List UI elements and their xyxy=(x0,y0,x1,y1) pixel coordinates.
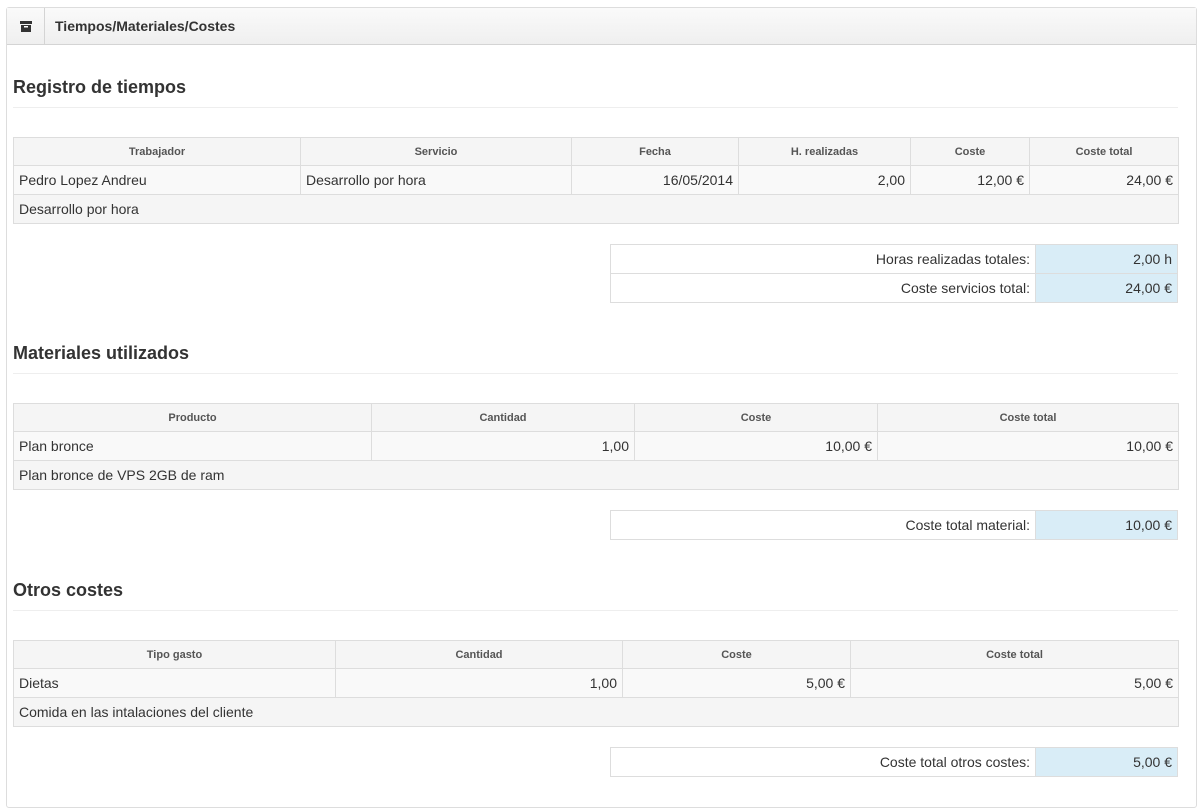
cost-cell: 12,00 € xyxy=(910,165,1030,195)
total-cost-cell: 10,00 € xyxy=(877,431,1179,461)
material-total-label: Coste total material: xyxy=(610,510,1036,540)
description-cell: Plan bronce de VPS 2GB de ram xyxy=(13,460,1179,490)
materials-summary-table: Coste total material: 10,00 € xyxy=(610,510,1178,540)
column-header[interactable]: Coste total xyxy=(877,403,1179,432)
total-cost-cell: 5,00 € xyxy=(850,668,1179,698)
total-hours-label: Horas realizadas totales: xyxy=(610,244,1036,274)
time-summary-table: Horas realizadas totales: 2,00 h Coste s… xyxy=(610,244,1178,303)
cost-cell: 5,00 € xyxy=(622,668,851,698)
column-header[interactable]: Coste xyxy=(634,403,878,432)
description-row: Comida en las intalaciones del cliente xyxy=(13,697,1179,727)
expense-type-cell: Dietas xyxy=(13,668,336,698)
column-header[interactable]: Cantidad xyxy=(371,403,635,432)
total-cost-cell: 24,00 € xyxy=(1029,165,1179,195)
quantity-cell: 1,00 xyxy=(335,668,623,698)
archive-icon xyxy=(7,8,45,44)
column-header[interactable]: Coste xyxy=(622,640,851,669)
product-cell: Plan bronce xyxy=(13,431,372,461)
other-costs-total-label: Coste total otros costes: xyxy=(610,747,1036,777)
material-total-value: 10,00 € xyxy=(1035,510,1178,540)
summary-row: Coste total material: 10,00 € xyxy=(610,510,1178,540)
panel-header: Tiempos/Materiales/Costes xyxy=(7,8,1196,45)
description-row: Desarrollo por hora xyxy=(13,194,1179,224)
column-header[interactable]: Coste total xyxy=(850,640,1179,669)
table-row[interactable]: Plan bronce 1,00 10,00 € 10,00 € xyxy=(13,431,1179,461)
other-costs-total-value: 5,00 € xyxy=(1035,747,1178,777)
summary-row: Coste total otros costes: 5,00 € xyxy=(610,747,1178,777)
materials-table: Producto Cantidad Coste Coste total Plan… xyxy=(13,403,1179,490)
table-row[interactable]: Dietas 1,00 5,00 € 5,00 € xyxy=(13,668,1179,698)
quantity-cell: 1,00 xyxy=(371,431,635,461)
table-row[interactable]: Pedro Lopez Andreu Desarrollo por hora 1… xyxy=(13,165,1179,195)
column-header[interactable]: Servicio xyxy=(300,137,572,166)
time-section-title: Registro de tiempos xyxy=(13,77,1178,108)
table-header-row: Trabajador Servicio Fecha H. realizadas … xyxy=(13,137,1179,166)
services-cost-value: 24,00 € xyxy=(1035,273,1178,303)
column-header[interactable]: Coste total xyxy=(1029,137,1179,166)
table-header-row: Tipo gasto Cantidad Coste Coste total xyxy=(13,640,1179,669)
column-header[interactable]: Cantidad xyxy=(335,640,623,669)
date-cell: 16/05/2014 xyxy=(571,165,739,195)
column-header[interactable]: Tipo gasto xyxy=(13,640,336,669)
worker-cell: Pedro Lopez Andreu xyxy=(13,165,301,195)
column-header[interactable]: Trabajador xyxy=(13,137,301,166)
other-costs-table: Tipo gasto Cantidad Coste Coste total Di… xyxy=(13,640,1179,727)
summary-row: Horas realizadas totales: 2,00 h xyxy=(610,244,1178,274)
table-header-row: Producto Cantidad Coste Coste total xyxy=(13,403,1179,432)
column-header[interactable]: Coste xyxy=(910,137,1030,166)
description-cell: Comida en las intalaciones del cliente xyxy=(13,697,1179,727)
description-cell: Desarrollo por hora xyxy=(13,194,1179,224)
materials-section-title: Materiales utilizados xyxy=(13,343,1178,374)
description-row: Plan bronce de VPS 2GB de ram xyxy=(13,460,1179,490)
other-costs-summary-table: Coste total otros costes: 5,00 € xyxy=(610,747,1178,777)
time-table: Trabajador Servicio Fecha H. realizadas … xyxy=(13,137,1179,224)
total-hours-value: 2,00 h xyxy=(1035,244,1178,274)
column-header[interactable]: Fecha xyxy=(571,137,739,166)
services-cost-label: Coste servicios total: xyxy=(610,273,1036,303)
hours-cell: 2,00 xyxy=(738,165,911,195)
panel-title: Tiempos/Materiales/Costes xyxy=(55,18,236,34)
other-costs-section-title: Otros costes xyxy=(13,580,1178,611)
column-header[interactable]: H. realizadas xyxy=(738,137,911,166)
column-header[interactable]: Producto xyxy=(13,403,372,432)
service-cell: Desarrollo por hora xyxy=(300,165,572,195)
cost-cell: 10,00 € xyxy=(634,431,878,461)
summary-row: Coste servicios total: 24,00 € xyxy=(610,273,1178,303)
